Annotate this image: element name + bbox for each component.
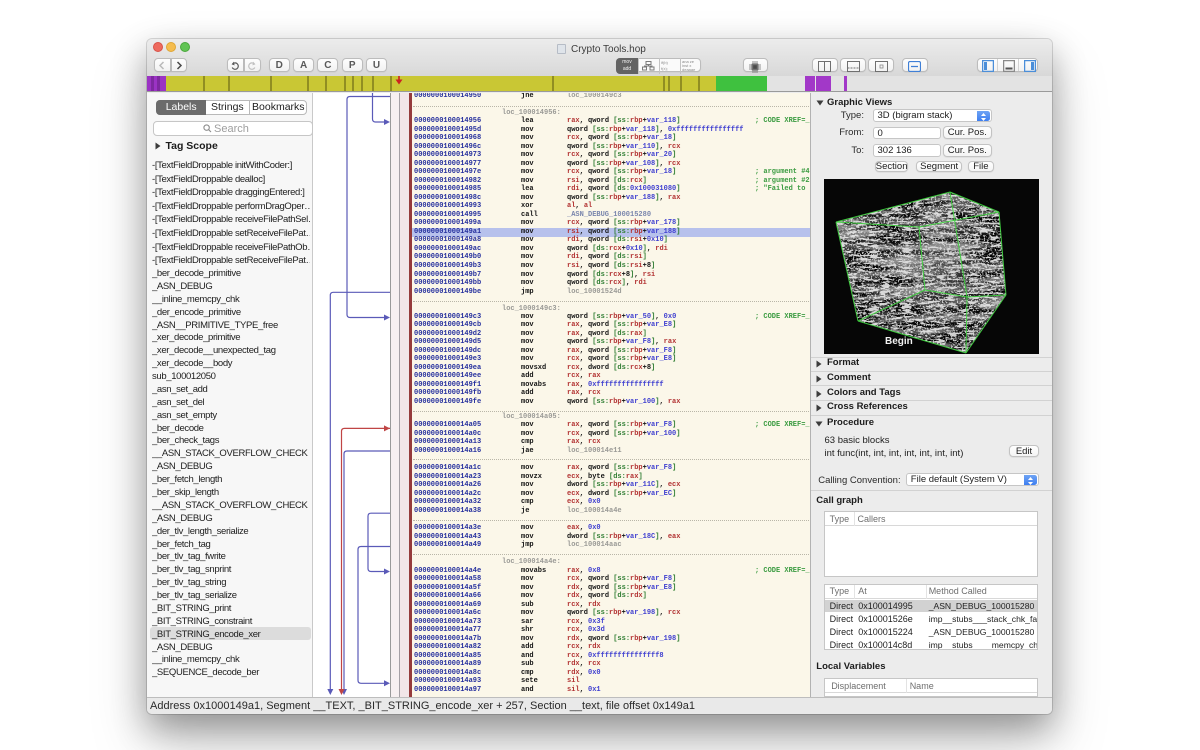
svg-text:Begin: Begin <box>885 336 913 347</box>
